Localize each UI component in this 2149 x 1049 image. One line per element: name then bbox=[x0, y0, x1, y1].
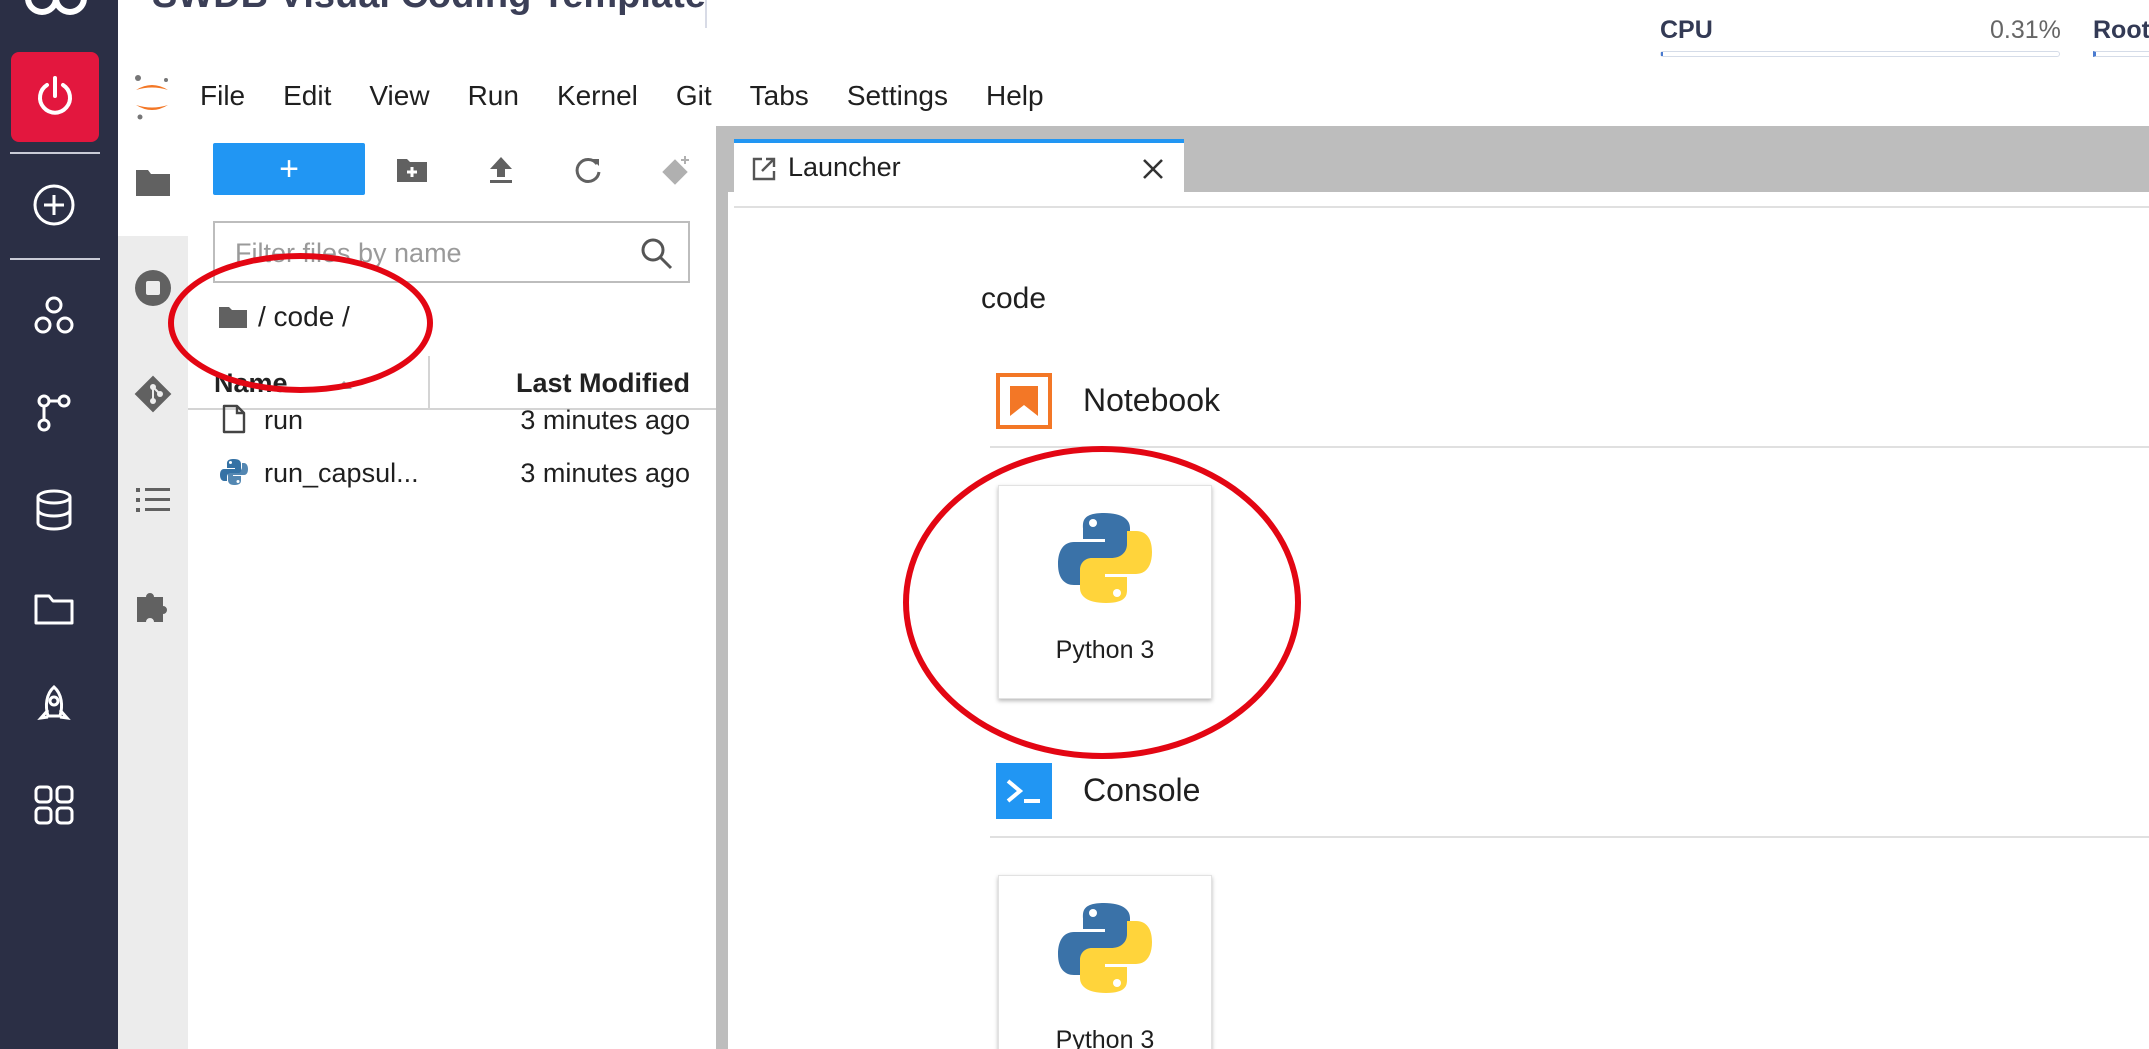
power-icon bbox=[38, 76, 72, 115]
sort-ascending-icon bbox=[336, 380, 353, 389]
rail-item-git[interactable] bbox=[24, 383, 84, 443]
grid-apps-icon bbox=[34, 785, 74, 825]
rail-item-files[interactable] bbox=[24, 578, 84, 638]
stop-circle-icon bbox=[135, 270, 171, 306]
git-clone-button[interactable] bbox=[655, 150, 695, 190]
python-file-icon bbox=[220, 459, 248, 485]
activity-file-browser[interactable] bbox=[133, 162, 173, 202]
activity-running[interactable] bbox=[133, 268, 173, 308]
folder-icon bbox=[219, 307, 247, 328]
tab-launcher[interactable]: Launcher bbox=[734, 139, 1184, 192]
search-icon bbox=[641, 238, 673, 270]
menu-view[interactable]: View bbox=[369, 80, 429, 112]
file-filter-input[interactable] bbox=[235, 233, 635, 273]
cpu-label: CPU bbox=[1660, 16, 1713, 44]
puzzle-icon bbox=[137, 593, 167, 622]
python-logo-icon bbox=[1058, 903, 1152, 993]
capsule-title[interactable]: SWDB Visual Coding Template bbox=[152, 0, 706, 17]
rail-item-environment[interactable] bbox=[24, 285, 84, 345]
cpu-usage-bar bbox=[1660, 51, 2060, 57]
add-capsule-button[interactable] bbox=[24, 175, 84, 235]
file-filter-box bbox=[213, 221, 690, 283]
file-modified: 3 minutes ago bbox=[520, 405, 690, 435]
plus-circle-icon bbox=[33, 184, 75, 226]
refresh-icon bbox=[575, 157, 601, 183]
activity-table-of-contents[interactable] bbox=[133, 480, 173, 520]
upload-icon bbox=[490, 157, 512, 183]
rail-item-deploy[interactable] bbox=[24, 676, 84, 736]
breadcrumb-path[interactable]: / code / bbox=[258, 301, 350, 333]
section-console-label: Console bbox=[1083, 772, 1201, 808]
menu-run[interactable]: Run bbox=[468, 80, 519, 112]
file-name: run_capsul... bbox=[264, 458, 419, 488]
root-usage-bar bbox=[2093, 51, 2149, 57]
power-button[interactable] bbox=[11, 52, 99, 142]
git-clone-icon bbox=[662, 156, 689, 185]
notebook-icon bbox=[996, 373, 1052, 429]
menu-bar: File Edit View Run Kernel Git Tabs Setti… bbox=[200, 80, 1082, 112]
menu-git[interactable]: Git bbox=[676, 80, 712, 112]
menu-tabs[interactable]: Tabs bbox=[750, 80, 809, 112]
file-modified: 3 minutes ago bbox=[520, 458, 690, 488]
title-divider bbox=[705, 0, 707, 28]
folder-icon bbox=[34, 594, 74, 625]
cpu-usage-fill bbox=[1661, 52, 1663, 56]
rail-item-apps[interactable] bbox=[24, 775, 84, 835]
menu-kernel[interactable]: Kernel bbox=[557, 80, 638, 112]
git-branch-icon bbox=[37, 394, 71, 432]
upload-button[interactable] bbox=[481, 150, 521, 190]
file-name: run bbox=[264, 405, 304, 435]
menu-edit[interactable]: Edit bbox=[283, 80, 331, 112]
breadcrumb[interactable]: / code / bbox=[218, 301, 350, 333]
section-notebook-label: Notebook bbox=[1083, 382, 1220, 418]
console-python3-card[interactable]: Python 3 bbox=[998, 875, 1212, 1049]
file-icon bbox=[222, 404, 246, 434]
tab-label: Launcher bbox=[788, 152, 901, 182]
activity-git[interactable] bbox=[133, 374, 173, 414]
notebook-python3-card[interactable]: Python 3 bbox=[998, 485, 1212, 699]
folder-icon bbox=[136, 170, 170, 196]
cpu-value: 0.31% bbox=[1990, 16, 2061, 44]
launcher-directory: code bbox=[981, 282, 1047, 315]
activity-extensions[interactable] bbox=[133, 586, 173, 626]
rocket-icon bbox=[37, 685, 71, 721]
card-label: Python 3 bbox=[1055, 636, 1155, 664]
file-row[interactable]: run 3 minutes ago bbox=[188, 395, 716, 445]
list-icon bbox=[136, 488, 170, 512]
nav-rail bbox=[0, 0, 118, 1049]
column-header-name-label: Name bbox=[214, 368, 288, 398]
menu-file[interactable]: File bbox=[200, 80, 245, 112]
rail-divider bbox=[10, 258, 100, 260]
git-icon bbox=[134, 375, 172, 413]
database-icon bbox=[36, 489, 72, 531]
molecule-icon bbox=[34, 296, 74, 334]
new-launcher-button[interactable]: + bbox=[213, 143, 365, 195]
console-icon bbox=[996, 763, 1052, 819]
codeocean-logo-icon bbox=[25, 0, 87, 15]
section-divider bbox=[990, 836, 2149, 838]
panel-splitter[interactable] bbox=[716, 126, 728, 1049]
jupyter-logo-icon bbox=[135, 75, 168, 120]
tab-divider bbox=[734, 206, 2149, 208]
menu-settings[interactable]: Settings bbox=[847, 80, 948, 112]
rail-divider bbox=[10, 152, 100, 154]
launcher-icon bbox=[752, 157, 776, 181]
refresh-button[interactable] bbox=[568, 150, 608, 190]
menu-help[interactable]: Help bbox=[986, 80, 1044, 112]
file-row[interactable]: run_capsul... 3 minutes ago bbox=[188, 448, 716, 498]
close-icon[interactable] bbox=[1138, 154, 1168, 184]
new-folder-button[interactable] bbox=[392, 150, 432, 190]
python-logo-icon bbox=[1058, 513, 1152, 603]
card-label: Python 3 bbox=[1055, 1026, 1155, 1049]
root-label: Root bbox=[2093, 16, 2149, 44]
rail-item-data[interactable] bbox=[24, 480, 84, 540]
section-divider bbox=[990, 446, 2149, 448]
activity-bar bbox=[118, 126, 188, 1049]
new-folder-icon bbox=[397, 159, 427, 182]
